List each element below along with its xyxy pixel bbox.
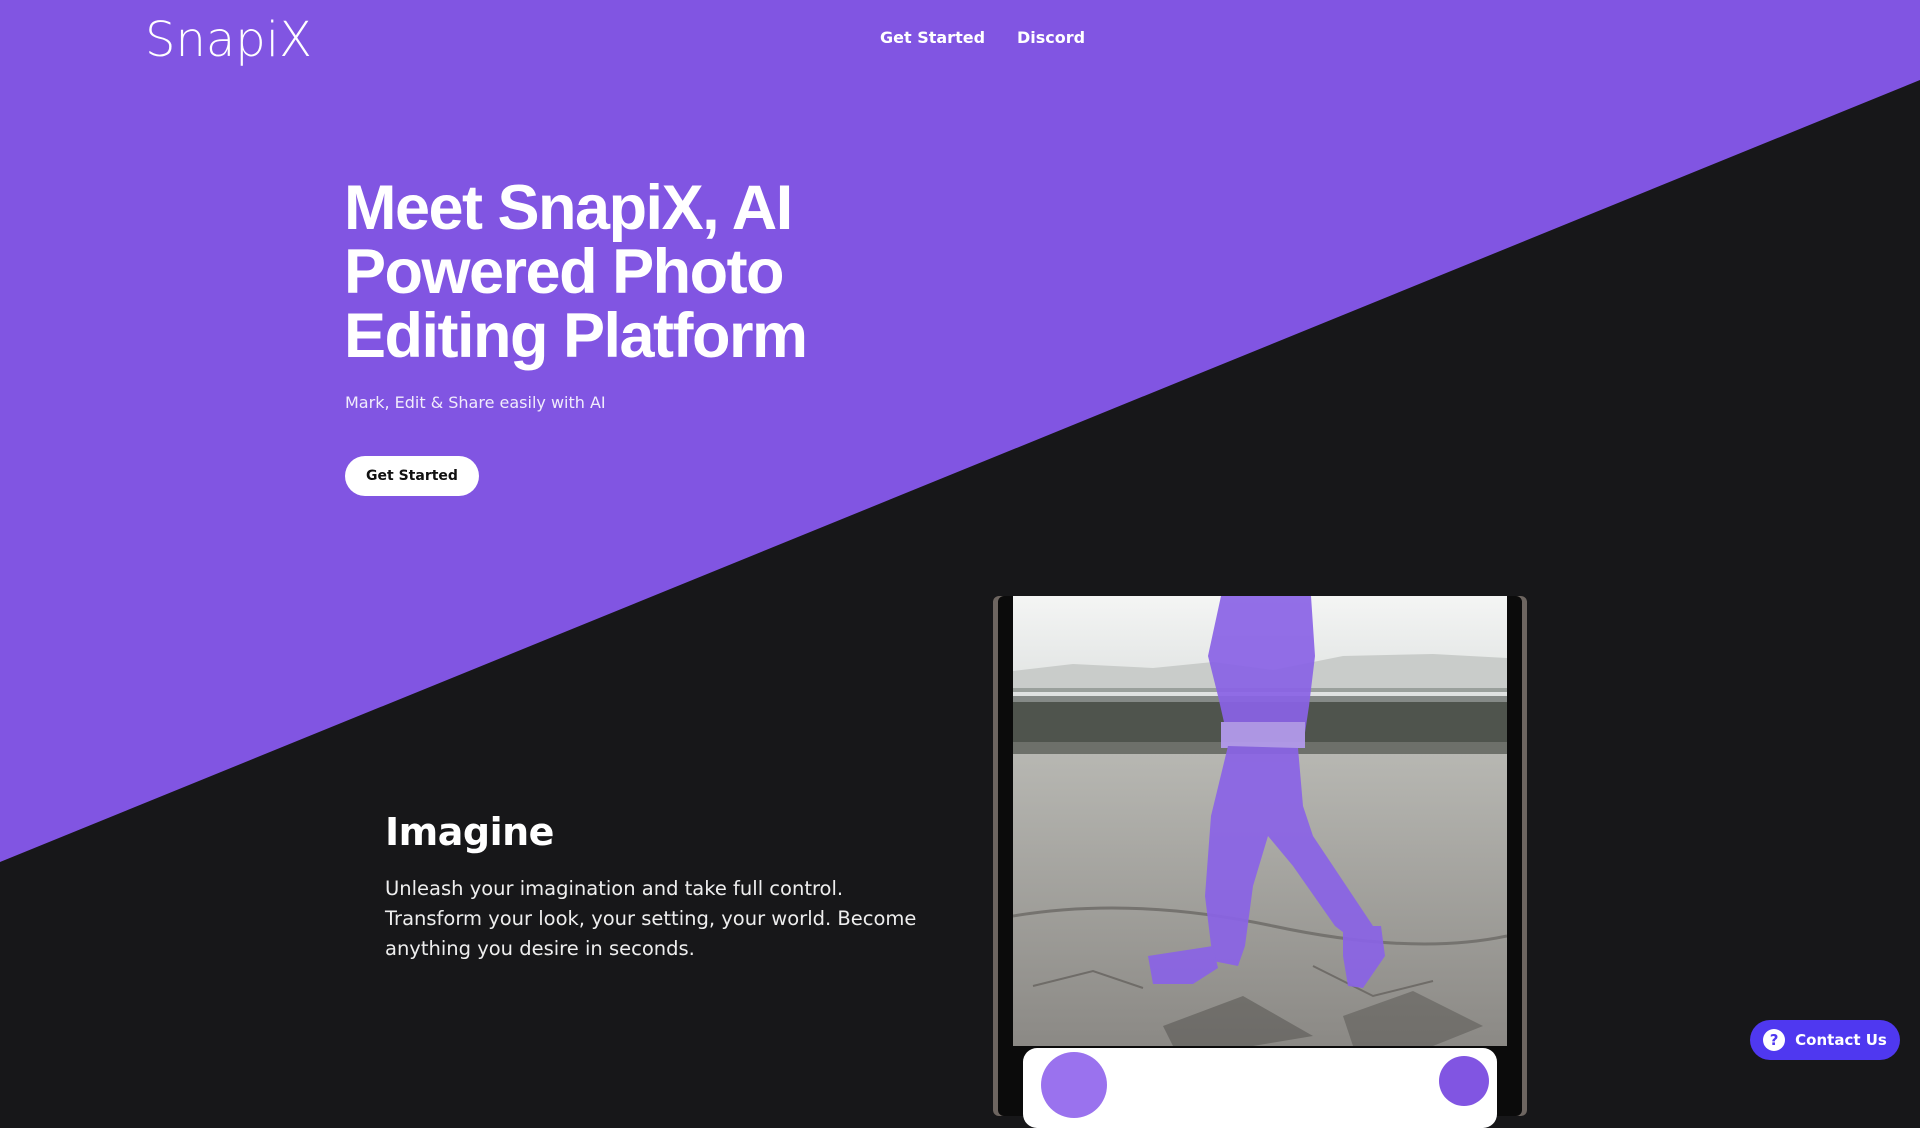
nav-get-started[interactable]: Get Started xyxy=(880,28,985,47)
walking-person-photo xyxy=(1013,596,1507,1046)
hero-title: Meet SnapiX, AI Powered Photo Editing Pl… xyxy=(344,173,808,371)
feature-description: Unleash your imagination and take full c… xyxy=(385,877,917,960)
nav-discord[interactable]: Discord xyxy=(1017,28,1085,47)
contact-us-button[interactable]: ? Contact Us xyxy=(1750,1020,1900,1060)
question-icon: ? xyxy=(1763,1029,1786,1051)
feature-title: Imagine xyxy=(385,810,554,854)
avatar[interactable] xyxy=(1041,1052,1107,1118)
hero-background xyxy=(0,0,1920,862)
edit-card xyxy=(1023,1048,1497,1128)
get-started-button[interactable]: Get Started xyxy=(345,456,479,496)
photo-preview xyxy=(1013,596,1507,1046)
phone-mockup xyxy=(993,596,1527,1128)
next-button[interactable] xyxy=(1439,1056,1489,1106)
hero-subtitle: Mark, Edit & Share easily with AI xyxy=(345,393,606,412)
top-nav: Get Started Discord xyxy=(880,28,1085,47)
brand-logo[interactable]: SnapiX xyxy=(145,10,312,70)
contact-label: Contact Us xyxy=(1795,1031,1887,1049)
